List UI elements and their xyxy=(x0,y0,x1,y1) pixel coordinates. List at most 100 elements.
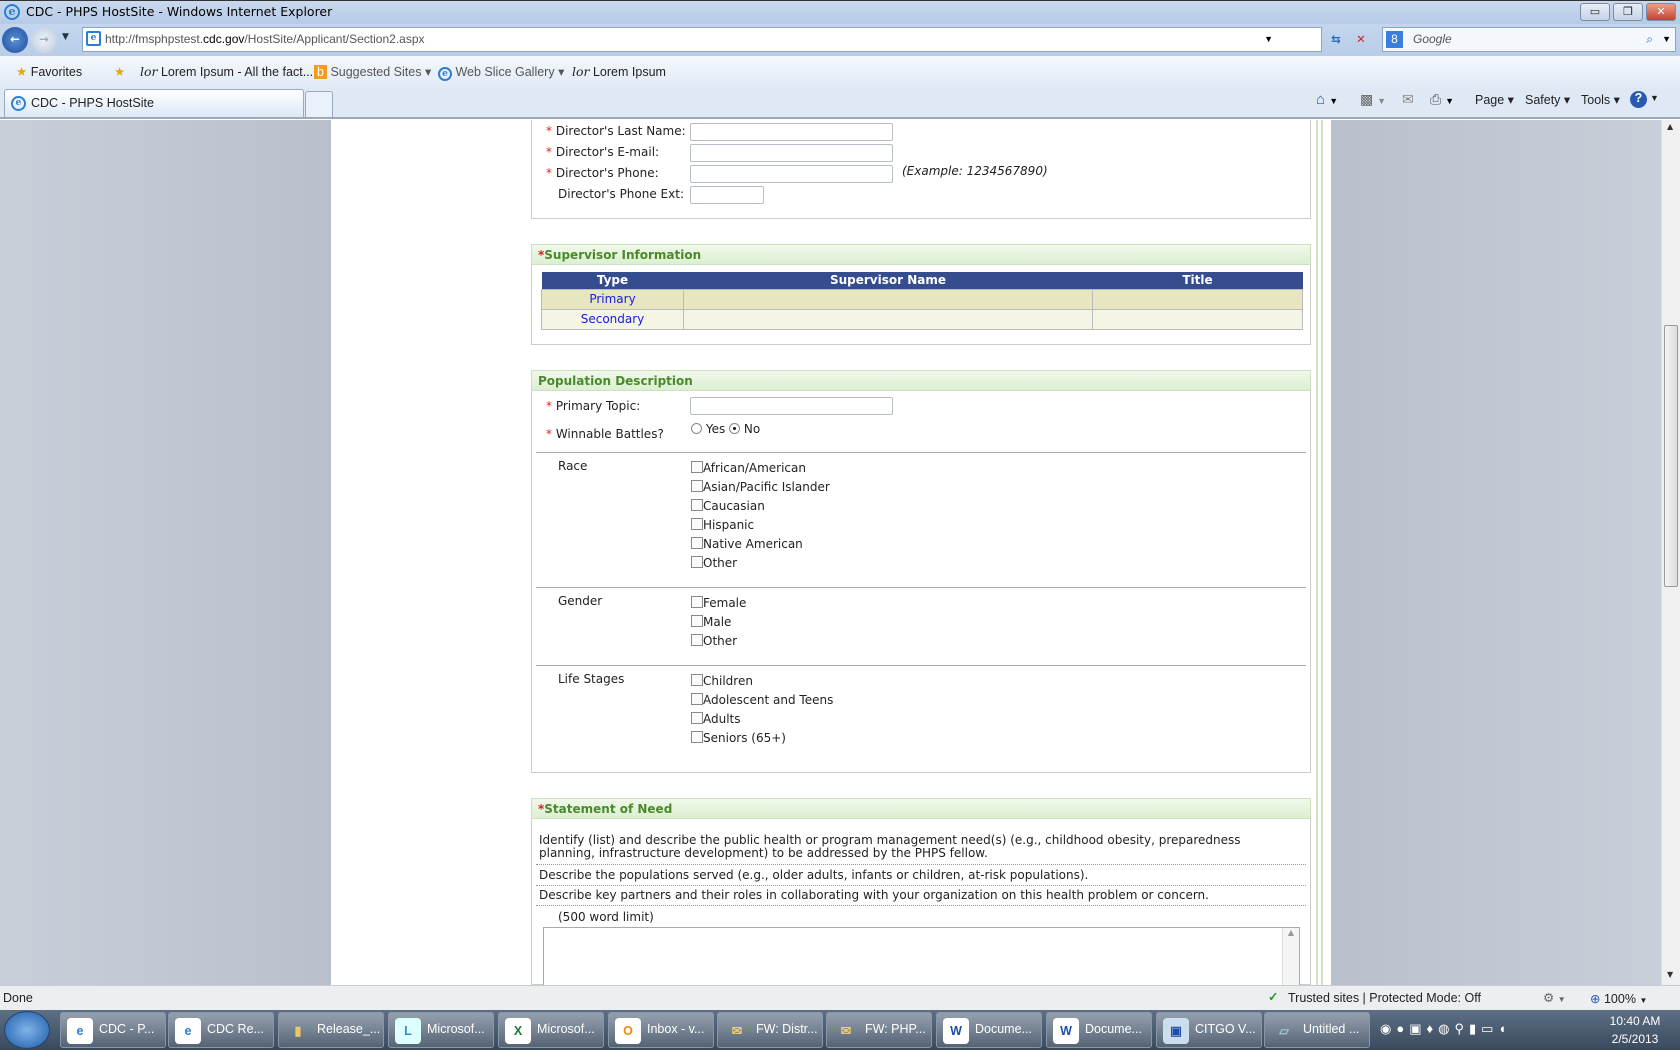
url-domain: cdc.gov xyxy=(203,32,245,46)
scroll-up-icon[interactable]: ▲ xyxy=(1667,122,1673,131)
column-header: Supervisor Name xyxy=(683,272,1093,289)
radio-label: No xyxy=(743,422,761,436)
page-scrollbar[interactable]: ▲ ▼ xyxy=(1661,120,1680,985)
taskbar-item[interactable]: W Docume... xyxy=(936,1012,1042,1048)
life-option[interactable]: Children xyxy=(691,674,753,688)
taskbar-item[interactable]: L Microsof... xyxy=(388,1012,494,1048)
winnable-no-radio[interactable] xyxy=(729,423,741,434)
favorite-lorem-ipsum[interactable]: lor Lorem Ipsum xyxy=(572,64,666,79)
race-option[interactable]: Caucasian xyxy=(691,499,765,513)
system-tray-icons[interactable]: ◉●▣♦◍⚲▮▭◖ xyxy=(1380,1021,1511,1037)
favorite-web-slice-gallery[interactable]: e Web Slice Gallery ▾ xyxy=(438,64,564,81)
minimize-button[interactable]: ▭ xyxy=(1580,3,1610,21)
address-dropdown-icon[interactable]: ▼ xyxy=(1264,28,1273,51)
textarea-scrollbar[interactable]: ▲ xyxy=(1282,928,1299,986)
close-button[interactable]: ✕ xyxy=(1646,3,1676,21)
checkbox[interactable] xyxy=(691,615,703,627)
race-option[interactable]: African/American xyxy=(691,461,806,475)
popup-blocker-icon[interactable]: ⚙ ▼ xyxy=(1543,990,1566,1005)
checkbox[interactable] xyxy=(691,634,703,646)
address-bar[interactable]: e http://fmsphpstest.cdc.gov/HostSite/Ap… xyxy=(82,27,1322,52)
race-option[interactable]: Other xyxy=(691,556,737,570)
checkbox[interactable] xyxy=(691,537,703,549)
taskbar-item[interactable]: ✉ FW: Distr... xyxy=(717,1012,823,1048)
population-panel xyxy=(531,391,1311,773)
taskbar-item[interactable]: ✉ FW: PHP... xyxy=(826,1012,932,1048)
safety-menu[interactable]: Safety ▾ xyxy=(1525,92,1570,107)
forward-button[interactable]: → xyxy=(31,27,57,53)
help-icon[interactable]: ? xyxy=(1630,91,1647,108)
checkbox[interactable] xyxy=(691,480,703,492)
tab-cdc-phps-hostsite[interactable]: e CDC - PHPS HostSite xyxy=(4,89,304,117)
taskbar-item[interactable]: W Docume... xyxy=(1046,1012,1152,1048)
read-mail-icon[interactable]: ✉ xyxy=(1402,91,1414,108)
taskbar-item[interactable]: ▱ Untitled ... xyxy=(1264,1012,1370,1048)
director-last-name-input[interactable] xyxy=(690,123,893,141)
print-icon[interactable]: ⎙ ▼ xyxy=(1430,91,1454,108)
gender-option[interactable]: Female xyxy=(691,596,746,610)
favorite-label: Web Slice Gallery ▾ xyxy=(455,65,565,79)
clock-date[interactable]: 2/5/2013 xyxy=(1600,1032,1670,1046)
favorite-lorem-ipsum-facts[interactable]: lor Lorem Ipsum - All the fact... xyxy=(140,64,313,79)
favorites-button[interactable]: ★ Favorites xyxy=(16,64,82,79)
help-dropdown-icon[interactable]: ▼ xyxy=(1650,93,1659,103)
add-favorite-icon[interactable]: ★ xyxy=(114,64,125,79)
checkbox-label: Seniors (65+) xyxy=(703,731,786,745)
life-option[interactable]: Seniors (65+) xyxy=(691,731,786,745)
feeds-icon[interactable]: ▩ ▼ xyxy=(1360,91,1386,108)
taskbar-item[interactable]: e CDC - P... xyxy=(60,1012,166,1048)
tools-menu[interactable]: Tools ▾ xyxy=(1581,92,1620,107)
taskbar-item-label: Docume... xyxy=(1085,1022,1142,1036)
search-options-icon[interactable]: ▼ xyxy=(1662,28,1671,51)
checkbox[interactable] xyxy=(691,499,703,511)
taskbar-item[interactable]: e CDC Re... xyxy=(168,1012,274,1048)
refresh-icon[interactable]: ⇆ xyxy=(1325,28,1347,51)
taskbar-item[interactable]: ▮ Release_... xyxy=(278,1012,384,1048)
page-menu[interactable]: Page ▾ xyxy=(1475,92,1514,107)
taskbar-item[interactable]: O Inbox - v... xyxy=(608,1012,714,1048)
race-option[interactable]: Hispanic xyxy=(691,518,754,532)
gender-option[interactable]: Other xyxy=(691,634,737,648)
checkbox[interactable] xyxy=(691,556,703,568)
race-option[interactable]: Asian/Pacific Islander xyxy=(691,480,830,494)
checkbox[interactable] xyxy=(691,712,703,724)
statement-of-need-textarea[interactable]: ▲ xyxy=(543,927,1300,986)
restore-button[interactable]: ❐ xyxy=(1613,3,1643,21)
director-phone-input[interactable] xyxy=(690,165,893,183)
checkbox[interactable] xyxy=(691,518,703,530)
url-path: /HostSite/Applicant/Section2.aspx xyxy=(244,32,425,46)
checkbox[interactable] xyxy=(691,596,703,608)
gender-option[interactable]: Male xyxy=(691,615,731,629)
search-icon[interactable]: ⌕ xyxy=(1646,28,1653,51)
taskbar-item[interactable]: ▣ CITGO V... xyxy=(1156,1012,1262,1048)
checkbox[interactable] xyxy=(691,461,703,473)
tab-label: CDC - PHPS HostSite xyxy=(31,96,154,110)
checkbox[interactable] xyxy=(691,674,703,686)
supervisor-type-primary-link[interactable]: Primary xyxy=(541,288,684,310)
stop-icon[interactable]: ✕ xyxy=(1350,28,1372,51)
taskbar-item[interactable]: X Microsof... xyxy=(498,1012,604,1048)
supervisor-type-secondary-link[interactable]: Secondary xyxy=(541,308,684,330)
new-tab-button[interactable] xyxy=(305,91,333,117)
checkbox-label: Adolescent and Teens xyxy=(703,693,834,707)
director-email-input[interactable] xyxy=(690,144,893,162)
checkbox[interactable] xyxy=(691,693,703,705)
search-input[interactable]: 8 Google ⌕ ▼ xyxy=(1382,27,1676,52)
recent-pages-dropdown[interactable]: ▼ xyxy=(62,32,69,42)
checkbox[interactable] xyxy=(691,731,703,743)
zoom-level[interactable]: ⊕ 100% ▼ xyxy=(1590,991,1647,1006)
home-icon[interactable]: ⌂ ▼ xyxy=(1316,91,1338,108)
race-option[interactable]: Native American xyxy=(691,537,803,551)
back-button[interactable]: ← xyxy=(2,27,28,53)
scroll-thumb[interactable] xyxy=(1664,325,1678,587)
winnable-yes-radio[interactable] xyxy=(691,423,702,434)
director-phone-ext-input[interactable] xyxy=(690,186,764,204)
primary-topic-input[interactable] xyxy=(690,397,893,415)
clock-time[interactable]: 10:40 AM xyxy=(1600,1014,1670,1028)
security-zone[interactable]: Trusted sites | Protected Mode: Off xyxy=(1288,991,1481,1005)
favorite-suggested-sites[interactable]: b Suggested Sites ▾ xyxy=(314,64,431,79)
scroll-down-icon[interactable]: ▼ xyxy=(1667,970,1673,979)
start-button[interactable] xyxy=(4,1011,50,1049)
life-option[interactable]: Adults xyxy=(691,712,741,726)
life-option[interactable]: Adolescent and Teens xyxy=(691,693,833,707)
